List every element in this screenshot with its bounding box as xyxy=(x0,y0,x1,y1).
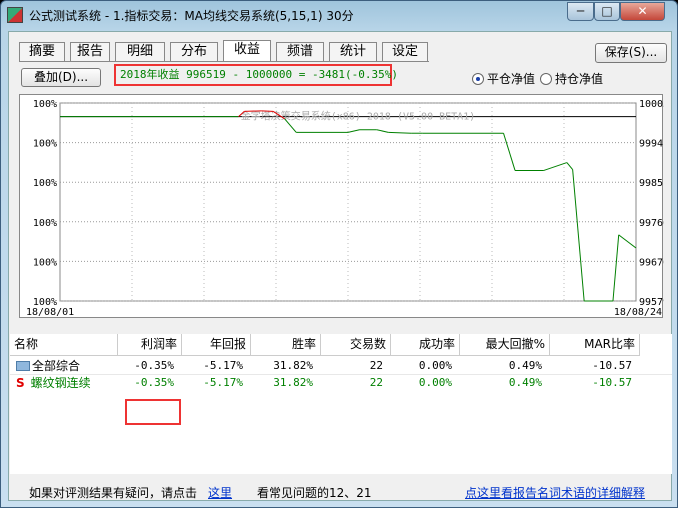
row-annual-return: -5.17% xyxy=(203,359,243,372)
col-header-trade-count[interactable]: 交易数 xyxy=(321,334,391,356)
tab-statistics[interactable]: 统计 xyxy=(329,42,377,62)
table-row[interactable]: 全部综合 xyxy=(16,358,118,374)
footer: 如果对评测结果有疑问，请点击 这里 看常见问题的12、21 点这里看报告名词术语… xyxy=(9,478,671,500)
faq-link[interactable]: 这里 xyxy=(208,484,232,501)
y-tick-label-right: 99760 xyxy=(639,218,664,229)
maximize-button[interactable]: □ xyxy=(594,2,620,21)
tab-details[interactable]: 明细 xyxy=(115,42,165,62)
table-row[interactable]: S 螺纹钢连续 xyxy=(16,375,118,391)
row-annual-return: -5.17% xyxy=(203,376,243,389)
watermark: 金字塔决策交易系统(x86) 2018 (V5.00 BETA1) xyxy=(241,110,476,123)
client-area: 摘要 报告 明细 分布 收益 频谱 统计 设定 保存(S)... 叠加(D)..… xyxy=(8,31,672,501)
radio-hold-nav[interactable]: 持仓净值 xyxy=(540,70,603,87)
window-title: 公式测试系统 - 1.指标交易：MA均线交易系统(5,15,1) 30分 xyxy=(29,9,354,23)
close-button[interactable]: ✕ xyxy=(620,2,665,21)
equity-line-segment xyxy=(347,129,360,133)
row-mar-ratio: -10.57 xyxy=(592,359,632,372)
col-header-max-drawdown[interactable]: 最大回撤% xyxy=(460,334,550,356)
s-icon: S xyxy=(16,376,25,390)
tab-settings[interactable]: 设定 xyxy=(382,42,428,62)
tab-report[interactable]: 报告 xyxy=(70,42,110,62)
tab-summary[interactable]: 摘要 xyxy=(19,42,65,62)
radio-checked-icon xyxy=(472,73,484,85)
row-name: 螺纹钢连续 xyxy=(30,376,91,390)
equity-line-segment xyxy=(612,234,620,302)
equity-chart-svg: 100% 10003 100% 99941 100% 99851 100% 99760 100%… xyxy=(26,99,664,318)
row-profit-rate: -0.35% xyxy=(134,359,174,372)
equity-line-segment xyxy=(376,129,389,133)
tab-spectrum[interactable]: 频谱 xyxy=(276,42,324,62)
y-tick-label-right: 99851 xyxy=(639,178,664,189)
equity-line-segment xyxy=(543,162,568,171)
row-success-rate: 0.00% xyxy=(418,376,452,389)
footer-text-2: 看常见问题的12、21 xyxy=(257,486,372,500)
results-table: 名称 利润率 年回报 胜率 交易数 成功率 最大回撤% MAR比率 全部综合 -… xyxy=(10,334,672,474)
equity-line-segment xyxy=(388,131,412,134)
y-tick-label-left: 100% xyxy=(33,139,57,150)
row-trade-count: 22 xyxy=(369,359,383,372)
x-tick-label: 18/08/24 xyxy=(614,307,662,318)
app-icon xyxy=(7,7,23,23)
row-name: 全部综合 xyxy=(32,359,81,373)
row-max-drawdown: 0.49% xyxy=(508,359,542,372)
y-tick-label-left: 100% xyxy=(33,218,57,229)
y-tick-label-left: 100% xyxy=(33,257,57,268)
equity-line-segment xyxy=(566,162,574,170)
title-bar[interactable]: 公式测试系统 - 1.指标交易：MA均线交易系统(5,15,1) 30分 ─ □… xyxy=(1,1,677,29)
radio-flat-nav[interactable]: 平仓净值 xyxy=(472,70,535,87)
row-success-rate: 0.00% xyxy=(418,359,452,372)
footer-text-1: 如果对评测结果有疑问，请点击 xyxy=(29,486,198,500)
tab-distribution[interactable]: 分布 xyxy=(170,42,218,62)
equity-line-segment xyxy=(572,169,585,302)
profit-highlight-box xyxy=(125,399,181,425)
tab-returns[interactable]: 收益 xyxy=(223,40,271,62)
y-tick-label-right: 99941 xyxy=(639,139,664,150)
save-button[interactable]: 保存(S)... xyxy=(595,43,667,63)
window: 公式测试系统 - 1.指标交易：MA均线交易系统(5,15,1) 30分 ─ □… xyxy=(0,0,678,508)
radio-flat-label: 平仓净值 xyxy=(487,72,536,86)
col-header-success-rate[interactable]: 成功率 xyxy=(391,334,460,356)
tab-divider xyxy=(19,61,429,62)
glossary-link[interactable]: 点这里看报告名词术语的详细解释 xyxy=(465,484,645,501)
minimize-button[interactable]: ─ xyxy=(567,2,594,21)
col-header-profit-rate[interactable]: 利润率 xyxy=(118,334,182,356)
overlay-button[interactable]: 叠加(D)... xyxy=(21,68,101,87)
equity-chart[interactable]: 100% 10003 100% 99941 100% 99851 100% 99760 100%… xyxy=(19,94,664,318)
y-tick-label-right: 10003 xyxy=(639,99,664,110)
radio-unchecked-icon xyxy=(540,73,552,85)
radio-hold-label: 持仓净值 xyxy=(555,72,604,86)
equity-line-segment xyxy=(503,133,516,171)
y-tick-label-left: 100% xyxy=(33,178,57,189)
col-header-name[interactable]: 名称 xyxy=(10,334,118,356)
row-mar-ratio: -10.57 xyxy=(592,376,632,389)
folder-icon xyxy=(16,361,30,371)
row-profit-rate: -0.35% xyxy=(134,376,174,389)
col-header-mar-ratio[interactable]: MAR比率 xyxy=(550,334,640,356)
y-tick-label-right: 99670 xyxy=(639,257,664,268)
annual-return-summary: 2018年收益 996519 - 1000000 = -3481(-0.35%) xyxy=(114,64,398,86)
equity-line-segment xyxy=(618,234,637,249)
y-tick-label-left: 100% xyxy=(33,99,57,110)
row-win-rate: 31.82% xyxy=(273,376,313,389)
row-trade-count: 22 xyxy=(369,376,383,389)
x-tick-label: 18/08/01 xyxy=(26,307,74,318)
col-header-win-rate[interactable]: 胜率 xyxy=(251,334,321,356)
col-header-annual-return[interactable]: 年回报 xyxy=(182,334,251,356)
row-win-rate: 31.82% xyxy=(273,359,313,372)
row-max-drawdown: 0.49% xyxy=(508,376,542,389)
